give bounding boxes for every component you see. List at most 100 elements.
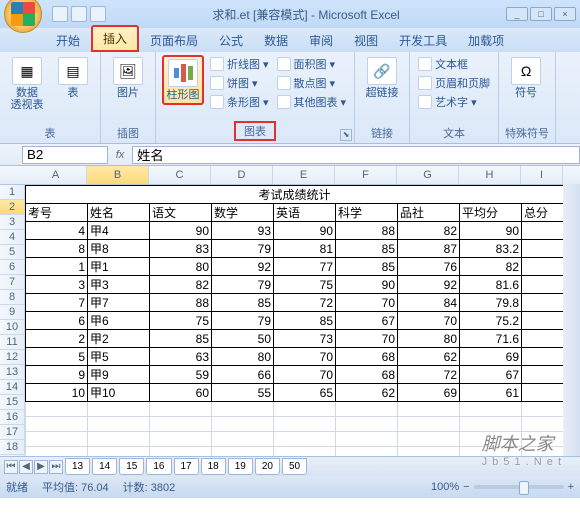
cell[interactable]	[522, 366, 564, 384]
cell[interactable]	[336, 402, 398, 417]
cell[interactable]: 90	[274, 222, 336, 240]
row-15[interactable]: 15	[0, 395, 25, 410]
cell[interactable]	[522, 348, 564, 366]
cell[interactable]	[398, 402, 460, 417]
cell[interactable]: 品社	[398, 204, 460, 222]
cell[interactable]: 61	[460, 384, 522, 402]
cell[interactable]: 68	[336, 348, 398, 366]
col-I[interactable]: I	[521, 166, 563, 184]
fx-icon[interactable]: fx	[112, 149, 128, 161]
cell[interactable]: 79	[212, 240, 274, 258]
row-14[interactable]: 14	[0, 380, 25, 395]
select-all-corner[interactable]	[0, 166, 25, 184]
cell[interactable]: 65	[274, 384, 336, 402]
cell[interactable]: 7	[26, 294, 88, 312]
cell[interactable]	[88, 447, 150, 457]
qat-redo-icon[interactable]	[90, 6, 106, 22]
row-2[interactable]: 2	[0, 200, 25, 215]
row-5[interactable]: 5	[0, 245, 25, 260]
col-E[interactable]: E	[273, 166, 335, 184]
cell[interactable]	[336, 417, 398, 432]
cell[interactable]: 甲7	[88, 294, 150, 312]
cell[interactable]: 75.2	[460, 312, 522, 330]
cell[interactable]: 72	[398, 366, 460, 384]
hyperlink-button[interactable]: 🔗 超链接	[361, 55, 403, 101]
area-chart-button[interactable]: 面积图 ▾	[275, 55, 349, 73]
cell[interactable]: 考号	[26, 204, 88, 222]
cell[interactable]: 67	[336, 312, 398, 330]
cell[interactable]	[522, 312, 564, 330]
other-chart-button[interactable]: 其他图表 ▾	[275, 93, 349, 111]
col-A[interactable]: A	[25, 166, 87, 184]
close-button[interactable]: ×	[554, 7, 576, 21]
cell[interactable]: 85	[274, 312, 336, 330]
pivot-table-button[interactable]: ▦ 数据 透视表	[6, 55, 48, 113]
sheet-nav-prev[interactable]: ◀	[19, 460, 33, 474]
cell[interactable]: 73	[274, 330, 336, 348]
cell[interactable]	[212, 447, 274, 457]
col-D[interactable]: D	[211, 166, 273, 184]
tab-formulas[interactable]: 公式	[209, 29, 253, 52]
tab-pagelayout[interactable]: 页面布局	[140, 29, 208, 52]
cell[interactable]	[398, 417, 460, 432]
cell[interactable]: 数学	[212, 204, 274, 222]
maximize-button[interactable]: □	[530, 7, 552, 21]
cell[interactable]: 科学	[336, 204, 398, 222]
row-17[interactable]: 17	[0, 425, 25, 440]
sheet-tab[interactable]: 16	[146, 458, 171, 475]
cell[interactable]: 81	[274, 240, 336, 258]
cell[interactable]	[274, 432, 336, 447]
cell[interactable]: 83	[150, 240, 212, 258]
sheet-tab[interactable]: 20	[255, 458, 280, 475]
cell[interactable]: 甲5	[88, 348, 150, 366]
sheet-tab[interactable]: 17	[174, 458, 199, 475]
cell[interactable]: 87	[398, 240, 460, 258]
cell[interactable]: 67	[460, 366, 522, 384]
cell[interactable]: 62	[398, 348, 460, 366]
row-1[interactable]: 1	[0, 185, 25, 200]
cell[interactable]	[150, 432, 212, 447]
cell[interactable]: 69	[460, 348, 522, 366]
cell[interactable]	[522, 258, 564, 276]
cell[interactable]: 88	[336, 222, 398, 240]
cell[interactable]	[150, 402, 212, 417]
cell[interactable]: 85	[212, 294, 274, 312]
cell[interactable]: 70	[336, 330, 398, 348]
cell[interactable]: 总分	[522, 204, 564, 222]
row-13[interactable]: 13	[0, 365, 25, 380]
cell[interactable]	[88, 402, 150, 417]
row-9[interactable]: 9	[0, 305, 25, 320]
sheet-tab[interactable]: 19	[228, 458, 253, 475]
cell[interactable]: 92	[398, 276, 460, 294]
cell[interactable]: 甲4	[88, 222, 150, 240]
cell[interactable]: 70	[398, 312, 460, 330]
cell[interactable]	[522, 222, 564, 240]
symbol-button[interactable]: Ω 符号	[505, 55, 547, 101]
cell[interactable]: 甲1	[88, 258, 150, 276]
qat-undo-icon[interactable]	[71, 6, 87, 22]
col-B[interactable]: B	[87, 166, 149, 184]
sheet-nav-first[interactable]: ⏮	[4, 460, 18, 474]
row-10[interactable]: 10	[0, 320, 25, 335]
cell[interactable]: 70	[274, 348, 336, 366]
sheet-tab[interactable]: 50	[282, 458, 307, 475]
textbox-button[interactable]: 文本框	[416, 55, 492, 73]
sheet-nav-last[interactable]: ⏭	[49, 460, 63, 474]
cell[interactable]: 80	[212, 348, 274, 366]
row-12[interactable]: 12	[0, 350, 25, 365]
tab-insert[interactable]: 插入	[91, 25, 139, 52]
cell[interactable]	[26, 402, 88, 417]
cell[interactable]: 82	[398, 222, 460, 240]
cell[interactable]: 55	[212, 384, 274, 402]
bar-chart-button[interactable]: 条形图 ▾	[208, 93, 271, 111]
cell[interactable]: 69	[398, 384, 460, 402]
cell[interactable]: 79	[212, 312, 274, 330]
cell[interactable]: 平均分	[460, 204, 522, 222]
row-8[interactable]: 8	[0, 290, 25, 305]
vertical-scrollbar[interactable]	[563, 184, 580, 456]
cell[interactable]	[26, 417, 88, 432]
tab-home[interactable]: 开始	[46, 29, 90, 52]
cell[interactable]: 77	[274, 258, 336, 276]
cell[interactable]: 10	[26, 384, 88, 402]
line-chart-button[interactable]: 折线图 ▾	[208, 55, 271, 73]
